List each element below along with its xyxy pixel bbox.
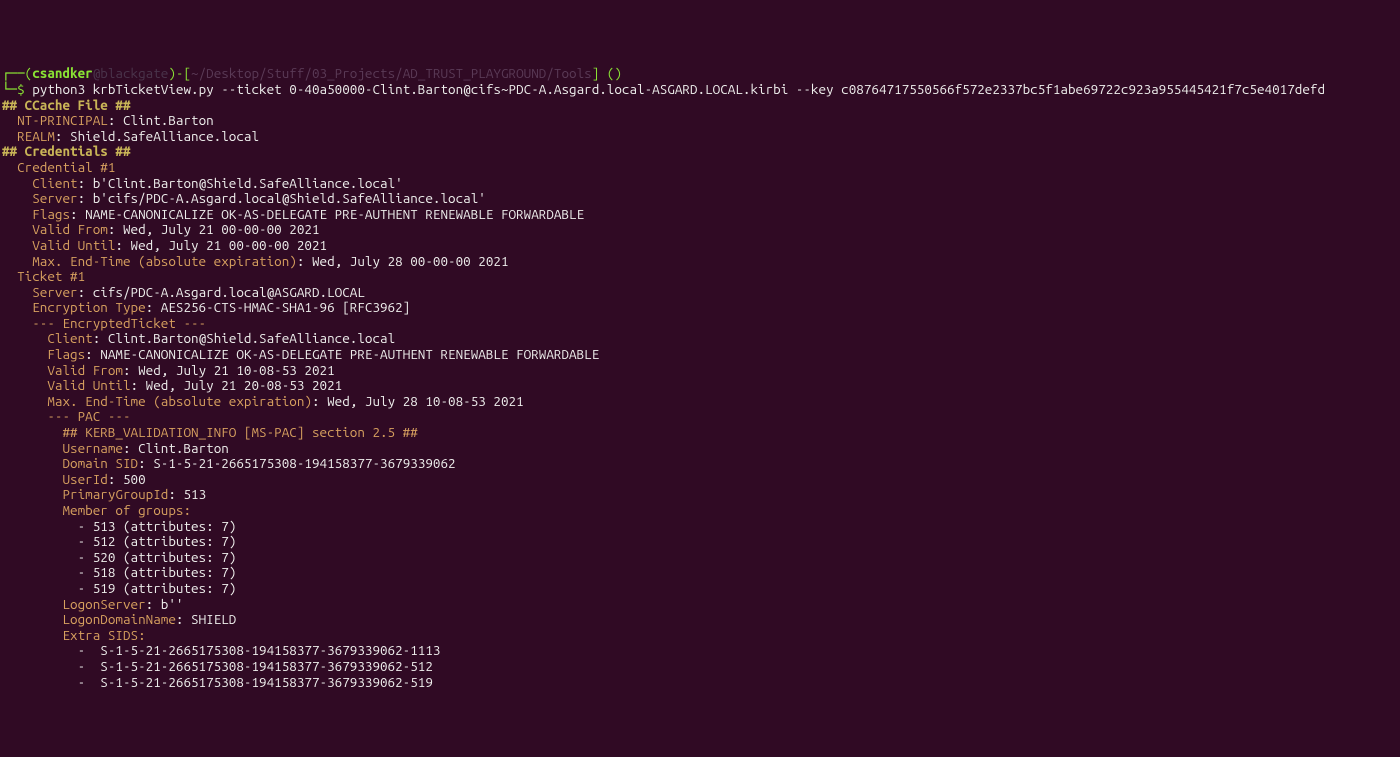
prompt-open: ┌──( [2, 65, 32, 81]
terminal-output[interactable]: ┌──(csandker@blackgate)-[~/Desktop/Stuff… [0, 47, 1400, 694]
ticket-header: Ticket #1 [2, 268, 85, 284]
prompt-paren-close: )-[ [168, 65, 191, 81]
prompt-close-bracket: ] () [592, 65, 622, 81]
k-userid: UserId [2, 471, 108, 487]
k-valid-until: Valid Until [2, 237, 115, 253]
v-t-enc: : AES256-CTS-HMAC-SHA1-96 [RFC3962] [146, 299, 411, 315]
k-client: Client [2, 175, 78, 191]
k-nt-principal: NT-PRINCIPAL [2, 112, 108, 128]
k-t-enc: Encryption Type [2, 299, 146, 315]
pac-header: --- PAC --- [2, 408, 131, 424]
k-realm: REALM [2, 128, 55, 144]
group-item: - 519 (attributes: 7) [2, 580, 236, 596]
k-valid-from: Valid From [2, 221, 108, 237]
k-domain-sid: Domain SID [2, 455, 138, 471]
v-nt-principal: : Clint.Barton [108, 112, 214, 128]
k-flags: Flags [2, 206, 70, 222]
v-client: : b'Clint.Barton@Shield.SafeAlliance.loc… [78, 175, 403, 191]
extra-sid-item: - S-1-5-21-2665175308-194158377-36793390… [2, 658, 433, 674]
v-username: : Clint.Barton [123, 440, 229, 456]
v-max-end: : Wed, July 28 00-00-00 2021 [297, 253, 509, 269]
group-item: - 520 (attributes: 7) [2, 549, 236, 565]
prompt-host: blackgate [100, 65, 168, 81]
v-server: : b'cifs/PDC-A.Asgard.local@Shield.SafeA… [78, 190, 486, 206]
v-et-valid-until: : Wed, July 21 20-08-53 2021 [131, 377, 343, 393]
k-server: Server [2, 190, 78, 206]
v-et-max-end: : Wed, July 28 10-08-53 2021 [312, 393, 524, 409]
k-et-valid-from: Valid From [2, 362, 123, 378]
k-et-client: Client [2, 330, 93, 346]
member-of-groups-header: Member of groups: [2, 502, 191, 518]
group-item: - 513 (attributes: 7) [2, 518, 236, 534]
prompt-dollar: $ [17, 81, 32, 97]
k-primarygroupid: PrimaryGroupId [2, 486, 168, 502]
credential-header: Credential #1 [2, 159, 115, 175]
kvi-header: ## KERB_VALIDATION_INFO [MS-PAC] section… [2, 424, 418, 440]
group-item: - 518 (attributes: 7) [2, 564, 236, 580]
command-line: python3 krbTicketView.py --ticket 0-40a5… [32, 81, 1325, 97]
k-max-end: Max. End-Time (absolute expiration) [2, 253, 297, 269]
extra-sid-item: - S-1-5-21-2665175308-194158377-36793390… [2, 674, 433, 690]
v-flags: : NAME-CANONICALIZE OK-AS-DELEGATE PRE-A… [70, 206, 584, 222]
prompt-user: csandker [32, 65, 92, 81]
extra-sids-header: Extra SIDS: [2, 627, 146, 643]
v-valid-from: : Wed, July 21 00-00-00 2021 [108, 221, 320, 237]
v-primarygroupid: : 513 [168, 486, 206, 502]
header-ccache: ## CCache File ## [2, 97, 131, 113]
prompt-cwd: ~/Desktop/Stuff/03_Projects/AD_TRUST_PLA… [191, 65, 592, 81]
k-t-server: Server [2, 284, 78, 300]
extra-sid-item: - S-1-5-21-2665175308-194158377-36793390… [2, 642, 440, 658]
v-et-valid-from: : Wed, July 21 10-08-53 2021 [123, 362, 335, 378]
k-et-max-end: Max. End-Time (absolute expiration) [2, 393, 312, 409]
v-domain-sid: : S-1-5-21-2665175308-194158377-36793390… [138, 455, 456, 471]
v-t-server: : cifs/PDC-A.Asgard.local@ASGARD.LOCAL [78, 284, 365, 300]
header-credentials: ## Credentials ## [2, 143, 131, 159]
k-logondomainname: LogonDomainName [2, 611, 176, 627]
group-item: - 512 (attributes: 7) [2, 533, 236, 549]
k-logonserver: LogonServer [2, 596, 146, 612]
v-logonserver: : b'' [146, 596, 184, 612]
k-et-valid-until: Valid Until [2, 377, 131, 393]
v-logondomainname: : SHIELD [176, 611, 236, 627]
prompt-line2-prefix: └─ [2, 81, 17, 97]
v-realm: : Shield.SafeAlliance.local [55, 128, 259, 144]
k-et-flags: Flags [2, 346, 85, 362]
v-valid-until: : Wed, July 21 00-00-00 2021 [115, 237, 327, 253]
encrypted-ticket-header: --- EncryptedTicket --- [2, 315, 206, 331]
k-username: Username [2, 440, 123, 456]
v-et-flags: : NAME-CANONICALIZE OK-AS-DELEGATE PRE-A… [85, 346, 599, 362]
v-et-client: : Clint.Barton@Shield.SafeAlliance.local [93, 330, 395, 346]
v-userid: : 500 [108, 471, 146, 487]
